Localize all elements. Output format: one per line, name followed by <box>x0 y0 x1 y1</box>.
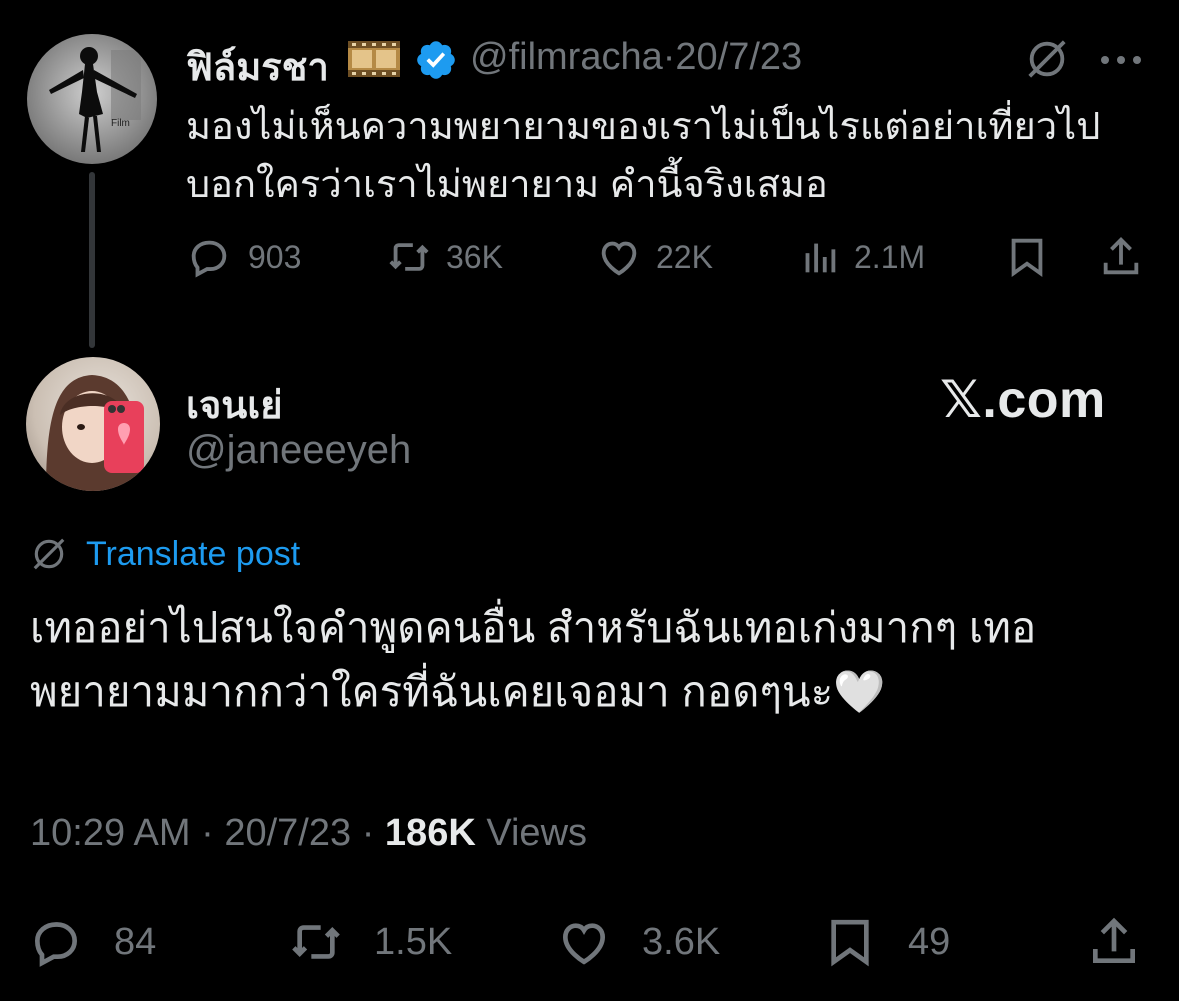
post-author-name[interactable]: ฟิล์มรชา <box>186 36 329 97</box>
grok-icon <box>33 538 65 570</box>
thread-connector-line <box>89 172 95 348</box>
post-time[interactable]: 10:29 AM <box>30 812 191 854</box>
separator-dot: · <box>361 812 375 854</box>
like-button[interactable]: 3.6K <box>556 914 720 970</box>
bookmark-count: 49 <box>908 920 951 963</box>
reply-text: เทออย่าไปสนใจคำพูดคนอื่น สำหรับฉันเทอเก่… <box>30 604 1037 715</box>
like-count: 3.6K <box>642 920 721 963</box>
like-heart-icon <box>562 923 606 965</box>
repost-button[interactable]: 36K <box>386 232 503 282</box>
share-button[interactable] <box>1086 914 1142 970</box>
like-count: 22K <box>656 238 713 275</box>
share-button[interactable] <box>1098 232 1144 282</box>
more-options-icon[interactable] <box>1098 54 1144 66</box>
reply-author-name[interactable]: เจนเย่ <box>186 374 282 435</box>
like-heart-icon <box>601 241 637 276</box>
reply-button[interactable]: 84 <box>28 914 156 970</box>
reply-icon <box>34 922 78 967</box>
views-label: Views <box>486 812 588 854</box>
views-count: 186K <box>384 812 476 854</box>
analytics-bars-icon <box>805 243 836 273</box>
author-handle[interactable]: @filmracha <box>470 36 663 78</box>
separator-dot: · <box>662 36 676 78</box>
bookmark-icon <box>1011 238 1043 278</box>
post-date[interactable]: 20/7/23 <box>675 36 802 78</box>
repost-icon <box>389 243 429 271</box>
bookmark-button[interactable]: 49 <box>822 914 950 970</box>
reply-count: 903 <box>248 238 302 275</box>
post-metadata: 10:29 AM · 20/7/23 · 186K Views <box>30 812 587 855</box>
reply-icon <box>191 240 227 278</box>
separator-dot: · <box>201 812 214 854</box>
translate-post-link[interactable]: Translate post <box>86 535 300 574</box>
like-button[interactable]: 22K <box>596 232 713 282</box>
svg-text:Film: Film <box>111 118 130 129</box>
avatar-filmracha[interactable]: Film <box>27 34 157 164</box>
repost-count: 36K <box>446 238 503 275</box>
reply-button[interactable]: 903 <box>186 232 301 282</box>
film-frames-emoji-icon <box>348 41 400 77</box>
share-upload-icon <box>1093 917 1135 963</box>
repost-button[interactable]: 1.5K <box>288 914 452 970</box>
reply-author-handle[interactable]: @janeeeyeh <box>186 428 411 473</box>
bookmark-icon <box>831 919 869 967</box>
views-count: 2.1M <box>854 238 926 275</box>
post-text: มองไม่เห็นความพยายามของเราไม่เป็นไรแต่อย… <box>186 106 1101 206</box>
post-author-handle-and-date[interactable]: @filmracha·20/7/23 <box>470 36 802 79</box>
reply-count: 84 <box>114 920 157 963</box>
translate-post-row[interactable]: Translate post <box>30 532 300 576</box>
x-com-watermark: 𝕏.com <box>940 371 1106 429</box>
views-button[interactable]: 2.1M <box>796 232 925 282</box>
share-upload-icon <box>1103 237 1139 275</box>
bookmark-button[interactable] <box>1004 232 1050 282</box>
grok-icon[interactable] <box>1024 36 1070 82</box>
verified-badge-icon[interactable] <box>414 38 458 82</box>
repost-icon <box>292 925 340 959</box>
profile-photo <box>46 375 144 491</box>
repost-count: 1.5K <box>374 920 453 963</box>
silhouette-image: Film <box>49 47 141 152</box>
post-date[interactable]: 20/7/23 <box>224 812 351 854</box>
avatar-janeeeyeh[interactable] <box>26 357 160 491</box>
